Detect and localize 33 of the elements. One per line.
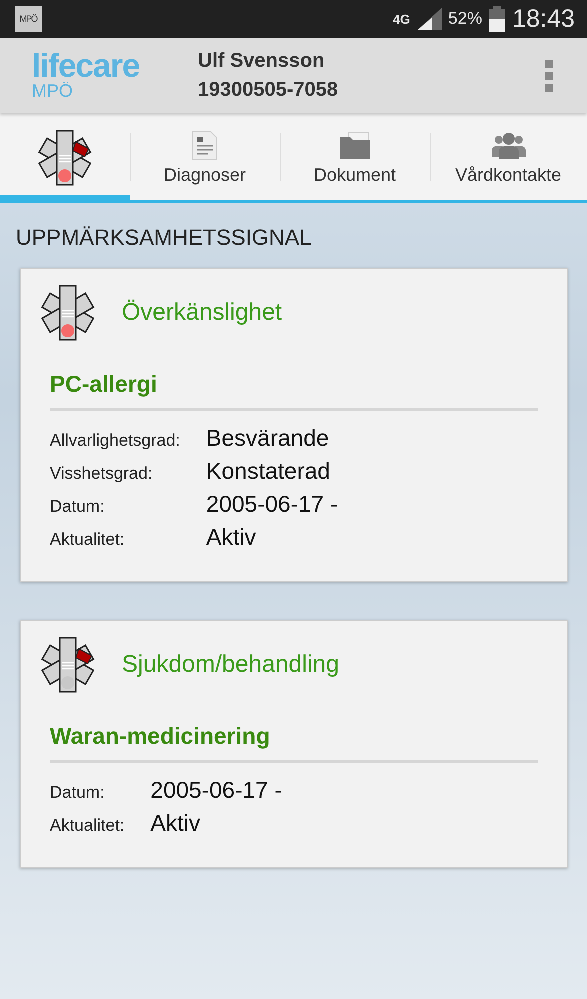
folder-icon	[339, 130, 371, 160]
field-value: 2005-06-17 -	[150, 777, 284, 804]
field-label: Allvarlighetsgrad:	[50, 431, 180, 451]
field-label: Visshetsgrad:	[50, 464, 154, 484]
patient-name: Ulf Svensson	[198, 50, 326, 72]
field-label: Aktualitet:	[50, 530, 126, 550]
field-label: Datum:	[50, 783, 106, 803]
field-value: Konstaterad	[206, 458, 332, 485]
logo-subtitle: MPÖ	[32, 80, 74, 100]
field-label: Datum:	[50, 497, 106, 517]
alert-title: Waran-medicinering	[50, 723, 538, 763]
section-title: UPPMÄRKSAMHETSSIGNAL	[16, 225, 313, 251]
patient-id: 19300505-7058	[198, 78, 340, 102]
clock: 18:43	[512, 4, 575, 34]
tab[interactable]: Vårdkontakte	[430, 113, 587, 200]
alert-title: PC-allergi	[50, 371, 538, 411]
document-icon	[190, 130, 220, 160]
signal-icon	[416, 8, 442, 30]
field-label: Aktualitet:	[50, 816, 125, 836]
tab[interactable]: Dokument	[280, 113, 430, 200]
field-value: Besvärande	[206, 425, 330, 452]
field-value: Aktiv	[150, 810, 202, 837]
field-value: 2005-06-17 -	[206, 491, 340, 518]
app-logo: lifecare	[32, 50, 141, 80]
network-indicator: 4G	[393, 12, 410, 26]
category-title: Överkänslighet	[122, 299, 282, 327]
battery-icon	[488, 6, 506, 32]
app-badge: MPÖ	[15, 6, 42, 32]
battery-percent: 52%	[448, 9, 482, 29]
tab[interactable]: Diagnoser	[130, 113, 280, 200]
category-title: Sjukdom/behandling	[122, 651, 340, 679]
people-icon	[490, 130, 526, 160]
field-value: Aktiv	[206, 524, 258, 551]
